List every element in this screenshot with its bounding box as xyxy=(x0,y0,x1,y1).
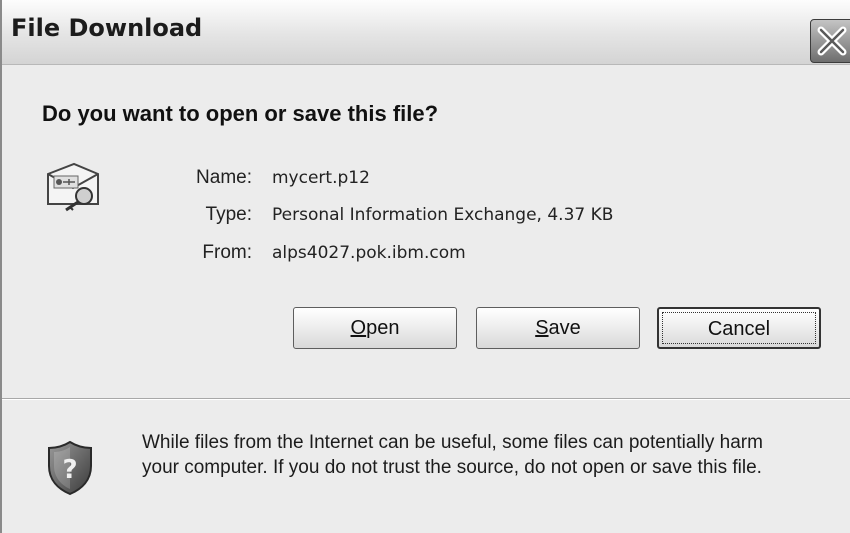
close-button[interactable] xyxy=(810,19,850,63)
cancel-button[interactable]: Cancel xyxy=(657,307,821,349)
file-name-value: mycert.p12 xyxy=(272,168,370,188)
section-divider xyxy=(2,398,850,400)
svg-text:?: ? xyxy=(62,455,77,485)
shield-question-icon: ? xyxy=(48,440,92,496)
close-icon xyxy=(817,26,847,56)
save-button[interactable]: Save xyxy=(476,307,640,349)
window-title: File Download xyxy=(11,14,203,42)
title-bar[interactable]: File Download xyxy=(2,0,850,65)
warning-line-2: your computer. If you do not trust the s… xyxy=(142,457,762,478)
security-warning-text: While files from the Internet can be use… xyxy=(142,430,847,480)
open-button-label: Open xyxy=(350,317,400,339)
save-button-label: Save xyxy=(535,317,581,339)
focus-rectangle xyxy=(662,312,816,344)
certificate-file-icon xyxy=(47,162,99,212)
name-label: Name: xyxy=(196,167,252,188)
open-button[interactable]: Open xyxy=(293,307,457,349)
type-label: Type: xyxy=(205,204,252,225)
warning-line-1: While files from the Internet can be use… xyxy=(142,432,763,453)
dialog-question: Do you want to open or save this file? xyxy=(42,101,439,126)
from-label: From: xyxy=(202,242,252,263)
file-download-dialog: File Download Do you want to open or sav… xyxy=(0,0,850,533)
file-type-value: Personal Information Exchange, 4.37 KB xyxy=(272,205,614,225)
file-source-value: alps4027.pok.ibm.com xyxy=(272,243,466,263)
